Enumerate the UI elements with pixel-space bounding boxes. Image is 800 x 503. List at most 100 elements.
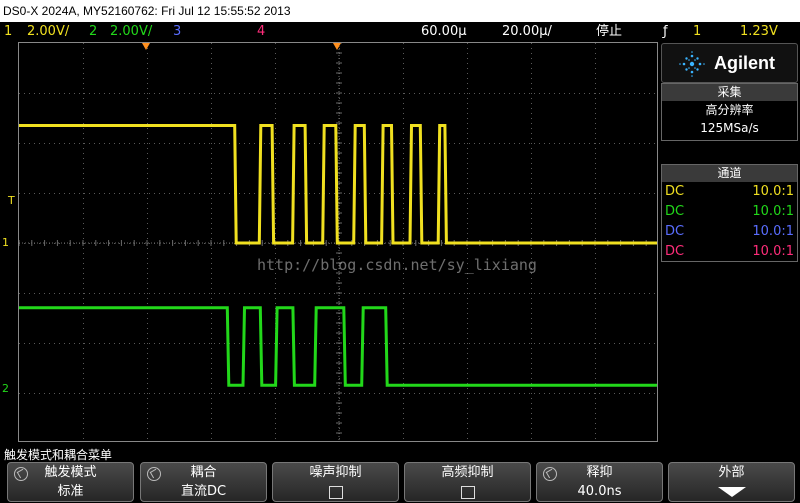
grid-dot (589, 193, 590, 194)
grid-dot (531, 218, 532, 219)
coupling-softkey[interactable]: 耦合 直流DC (140, 462, 267, 502)
time-reference-marker[interactable] (142, 43, 150, 50)
grid-dot (634, 143, 635, 144)
grid-dot (564, 393, 565, 394)
time-scale[interactable]: 20.00µ/ (502, 22, 552, 41)
grid-dot (275, 138, 276, 139)
trigger-mode-softkey[interactable]: 触发模式 标准 (7, 462, 134, 502)
grid-dot (474, 343, 475, 344)
grid-dot (83, 148, 84, 149)
grid-dot (534, 393, 535, 394)
grid-dot (19, 343, 20, 344)
grid-dot (584, 93, 585, 94)
ch1-scale[interactable]: 2.00V/ (27, 22, 69, 41)
grid-dot (19, 193, 20, 194)
grid-dot (83, 348, 84, 349)
grid-dot (403, 328, 404, 329)
noise-reject-softkey[interactable]: 噪声抑制 (272, 462, 399, 502)
grid-dot (39, 143, 40, 144)
grid-dot (434, 93, 435, 94)
grid-dot (649, 193, 650, 194)
grid-dot (403, 378, 404, 379)
grid-dot (574, 393, 575, 394)
grid-dot (74, 293, 75, 294)
ch2-ground-marker[interactable]: 2 (2, 383, 9, 394)
trigger-level-marker[interactable]: T (8, 195, 15, 206)
channel-row-3[interactable]: DC 10.0:1 (662, 222, 797, 242)
grid-dot (147, 318, 148, 319)
grid-dot (154, 343, 155, 344)
grid-dot (83, 338, 84, 339)
grid-dot (74, 243, 75, 244)
grid-dot (467, 178, 468, 179)
waveform-display[interactable]: http://blog.csdn.net/sy_lixiang (18, 42, 658, 442)
grid-dot (467, 158, 468, 159)
checkbox-icon[interactable] (405, 484, 530, 503)
brand-name: Agilent (714, 53, 775, 73)
grid-dot (83, 48, 84, 49)
grid-dot (89, 293, 90, 294)
ch1-ground-marker[interactable]: 1 (2, 237, 9, 248)
time-offset[interactable]: 60.00µ (421, 22, 467, 41)
grid-dot (595, 98, 596, 99)
grid-dot (609, 343, 610, 344)
trigger-level[interactable]: 1.23V (740, 22, 778, 41)
grid-dot (211, 388, 212, 389)
grid-dot (211, 108, 212, 109)
grid-dot (239, 143, 240, 144)
grid-dot (49, 143, 50, 144)
ch2-number[interactable]: 2 (89, 22, 97, 41)
grid-dot (384, 193, 385, 194)
trigger-source[interactable]: 1 (693, 22, 701, 41)
grid-dot (83, 283, 84, 284)
checkbox-icon[interactable] (273, 484, 398, 503)
grid-dot (531, 173, 532, 174)
grid-dot (403, 123, 404, 124)
grid-dot (409, 293, 410, 294)
grid-dot (403, 408, 404, 409)
grid-dot (439, 393, 440, 394)
acquisition-panel[interactable]: 采集 高分辨率 125MSa/s (661, 83, 798, 141)
ch2-scale[interactable]: 2.00V/ (110, 22, 152, 41)
grid-dot (83, 158, 84, 159)
grid-dot (254, 393, 255, 394)
grid-dot (374, 143, 375, 144)
grid-dot (479, 343, 480, 344)
grid-dot (89, 243, 90, 244)
grid-dot (147, 378, 148, 379)
grid-dot (531, 228, 532, 229)
grid-dot (344, 393, 345, 394)
channel-row-4[interactable]: DC 10.0:1 (662, 242, 797, 262)
grid-dot (194, 243, 195, 244)
grid-dot (344, 93, 345, 94)
grid-dot (589, 93, 590, 94)
grid-dot (569, 343, 570, 344)
channel-row-2[interactable]: DC 10.0:1 (662, 202, 797, 222)
grid-dot (403, 323, 404, 324)
grid-dot (467, 228, 468, 229)
grid-dot (624, 93, 625, 94)
channels-panel[interactable]: 通道 DC 10.0:1 DC 10.0:1 DC 10.0:1 DC 10.0… (661, 164, 798, 262)
channel-row-1[interactable]: DC 10.0:1 (662, 182, 797, 202)
grid-dot (275, 153, 276, 154)
hf-reject-softkey[interactable]: 高频抑制 (404, 462, 531, 502)
grid-dot (595, 218, 596, 219)
external-softkey[interactable]: 外部 (668, 462, 795, 502)
grid-dot (467, 353, 468, 354)
grid-dot (147, 218, 148, 219)
grid-dot (147, 93, 148, 94)
grid-dot (531, 433, 532, 434)
ch1-number[interactable]: 1 (4, 22, 12, 41)
ch3-number[interactable]: 3 (173, 22, 181, 41)
grid-dot (429, 343, 430, 344)
grid-dot (254, 93, 255, 94)
grid-dot (534, 93, 535, 94)
grid-dot (531, 108, 532, 109)
holdoff-softkey[interactable]: 释抑 40.0ns (536, 462, 663, 502)
grid-dot (604, 293, 605, 294)
spark-icon (679, 51, 705, 77)
grid-dot (504, 93, 505, 94)
grid-dot (595, 433, 596, 434)
ch4-number[interactable]: 4 (257, 22, 265, 41)
grid-dot (403, 333, 404, 334)
